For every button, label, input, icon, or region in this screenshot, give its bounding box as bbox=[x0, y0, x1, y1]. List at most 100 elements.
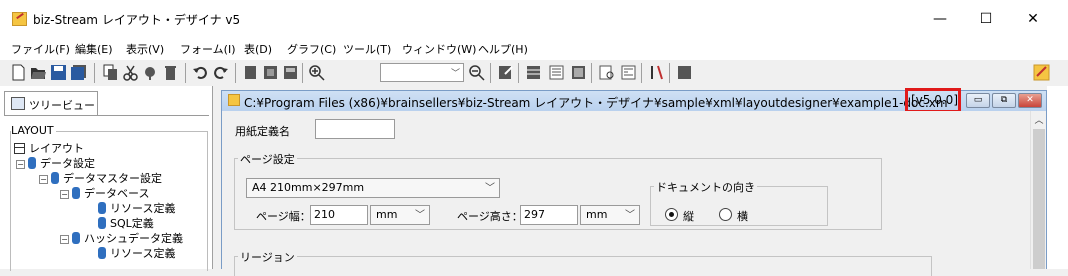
menu-edit[interactable]: 編集(E) bbox=[75, 41, 113, 57]
tab-tree-view-label: ツリービュー bbox=[29, 99, 95, 112]
vertical-scrollbar[interactable]: ︿ bbox=[1030, 111, 1046, 269]
collapse-icon[interactable]: − bbox=[39, 175, 48, 184]
zoom-out-icon[interactable] bbox=[468, 64, 485, 81]
menu-table[interactable]: 表(D) bbox=[244, 41, 272, 57]
tree-node-label: データベース bbox=[84, 187, 150, 200]
tree-node-label: リソース定義 bbox=[110, 202, 176, 215]
doc-close-button[interactable]: ✕ bbox=[1018, 93, 1042, 108]
menu-help[interactable]: ヘルプ(H) bbox=[478, 41, 528, 57]
save-icon[interactable] bbox=[50, 64, 67, 81]
menu-window[interactable]: ウィンドウ(W) bbox=[402, 41, 476, 57]
page-width-unit-select[interactable]: mm ﹀ bbox=[370, 205, 430, 225]
chevron-down-icon: ﹀ bbox=[450, 69, 460, 79]
menu-form[interactable]: フォーム(I) bbox=[180, 41, 236, 57]
paste-icon[interactable] bbox=[142, 64, 159, 81]
toolbar-separator bbox=[591, 63, 592, 83]
zoom-in-icon[interactable] bbox=[308, 64, 325, 81]
save-all-icon[interactable] bbox=[70, 64, 87, 81]
stop-icon[interactable] bbox=[676, 64, 693, 81]
tree-group-label: LAYOUT bbox=[11, 124, 56, 137]
cut-icon[interactable] bbox=[122, 64, 139, 81]
page-width-input[interactable]: 210 bbox=[310, 205, 368, 225]
doc-minimize-button[interactable]: ▭ bbox=[966, 93, 990, 108]
collapse-icon[interactable]: − bbox=[60, 235, 69, 244]
page-settings-form: 用紙定義名 ページ設定 A4 210mm×297mm ﹀ ページ幅： 210 m… bbox=[222, 111, 1030, 276]
maximize-button[interactable]: ☐ bbox=[963, 6, 1009, 32]
data-settings-icon[interactable] bbox=[620, 64, 637, 81]
preview-icon[interactable] bbox=[598, 64, 615, 81]
region-icon[interactable] bbox=[282, 64, 299, 81]
title-bar: biz-Stream レイアウト・デザイナ v5 — ☐ ✕ bbox=[0, 0, 1068, 38]
toolbar-separator bbox=[302, 63, 303, 83]
minimize-button[interactable]: — bbox=[917, 6, 963, 32]
database-icon bbox=[72, 187, 80, 199]
chevron-down-icon: ﹀ bbox=[415, 210, 425, 221]
designer-icon[interactable] bbox=[1033, 64, 1050, 81]
menu-file[interactable]: ファイル(F) bbox=[11, 41, 70, 57]
tree-node-label: データマスター設定 bbox=[63, 172, 162, 185]
tree-node-data-master[interactable]: − データマスター設定 bbox=[39, 170, 162, 186]
table-icon[interactable] bbox=[525, 64, 542, 81]
app-icon bbox=[12, 12, 27, 26]
menu-bar: ファイル(F) 編集(E) 表示(V) フォーム(I) 表(D) グラフ(C) … bbox=[0, 38, 1068, 60]
orientation-landscape-radio[interactable] bbox=[719, 208, 732, 221]
tree-body: LAYOUT レイアウト − データ設定 − データマスター設定 − データベース リ… bbox=[4, 115, 209, 271]
paper-name-input[interactable] bbox=[315, 119, 395, 139]
edit-icon[interactable] bbox=[497, 64, 514, 81]
database-icon bbox=[98, 202, 106, 214]
page-height-label: ページ高さ： bbox=[457, 210, 523, 223]
tree-node-resource[interactable]: リソース定義 bbox=[98, 200, 175, 216]
scroll-up-icon[interactable]: ︿ bbox=[1031, 113, 1047, 127]
tree-node-label: SQL定義 bbox=[110, 217, 154, 230]
delete-icon[interactable] bbox=[162, 64, 179, 81]
tree-node-label: データ設定 bbox=[40, 157, 95, 170]
menu-graph[interactable]: グラフ(C) bbox=[287, 41, 336, 57]
tree-node-sql[interactable]: SQL定義 bbox=[98, 215, 154, 231]
version-highlight: [v5.0.0] bbox=[905, 88, 961, 113]
collapse-icon[interactable]: − bbox=[60, 190, 69, 199]
tree-node-hash-data[interactable]: − ハッシュデータ定義 bbox=[60, 230, 183, 246]
tree-node-resource-2[interactable]: リソース定義 bbox=[98, 245, 175, 261]
paper-size-select[interactable]: A4 210mm×297mm ﹀ bbox=[246, 178, 500, 198]
page-width-unit-value: mm bbox=[376, 208, 398, 221]
redo-icon[interactable] bbox=[212, 64, 229, 81]
region-title: リージョン bbox=[238, 249, 297, 265]
tab-tree-view[interactable]: ツリービュー bbox=[4, 91, 98, 115]
page-settings-title: ページ設定 bbox=[238, 151, 297, 167]
page-icon[interactable] bbox=[242, 64, 259, 81]
scroll-thumb[interactable] bbox=[1033, 129, 1045, 269]
tools-icon[interactable] bbox=[648, 64, 665, 81]
toolbar-separator bbox=[235, 63, 236, 83]
new-file-icon[interactable] bbox=[10, 64, 27, 81]
zoom-select[interactable]: ﹀ bbox=[380, 63, 464, 82]
chevron-down-icon: ﹀ bbox=[485, 183, 495, 194]
page-height-input[interactable]: 297 bbox=[520, 205, 578, 225]
page-settings-icon[interactable] bbox=[262, 64, 279, 81]
menu-view[interactable]: 表示(V) bbox=[126, 41, 164, 57]
collapse-icon[interactable]: − bbox=[16, 160, 25, 169]
doc-restore-button[interactable]: ⧉ bbox=[992, 93, 1016, 108]
tree-node-layout[interactable]: レイアウト bbox=[14, 140, 84, 156]
tree-node-database[interactable]: − データベース bbox=[60, 185, 149, 201]
document-title-bar: C:¥Program Files (x86)¥brainsellers¥biz-… bbox=[222, 88, 1046, 113]
document-icon bbox=[228, 94, 240, 106]
page-height-unit-select[interactable]: mm ﹀ bbox=[580, 205, 640, 225]
image-icon[interactable] bbox=[570, 64, 587, 81]
document-window: C:¥Program Files (x86)¥brainsellers¥biz-… bbox=[221, 88, 1047, 276]
document-path: C:¥Program Files (x86)¥brainsellers¥biz-… bbox=[244, 96, 948, 110]
text-icon[interactable] bbox=[548, 64, 565, 81]
tree-node-data-settings[interactable]: − データ設定 bbox=[16, 155, 95, 171]
orientation-portrait-radio[interactable] bbox=[665, 208, 678, 221]
toolbar-separator bbox=[490, 63, 491, 83]
window-title: biz-Stream レイアウト・デザイナ v5 bbox=[33, 13, 241, 27]
open-folder-icon[interactable] bbox=[30, 64, 47, 81]
page-height-unit-value: mm bbox=[586, 208, 608, 221]
close-button[interactable]: ✕ bbox=[1010, 6, 1056, 32]
chevron-down-icon: ﹀ bbox=[625, 210, 635, 221]
undo-icon[interactable] bbox=[192, 64, 209, 81]
paper-size-value: A4 210mm×297mm bbox=[252, 181, 365, 194]
menu-tools[interactable]: ツール(T) bbox=[343, 41, 391, 57]
orientation-landscape-label: 横 bbox=[737, 210, 748, 223]
region-group bbox=[234, 256, 932, 276]
copy-icon[interactable] bbox=[102, 64, 119, 81]
